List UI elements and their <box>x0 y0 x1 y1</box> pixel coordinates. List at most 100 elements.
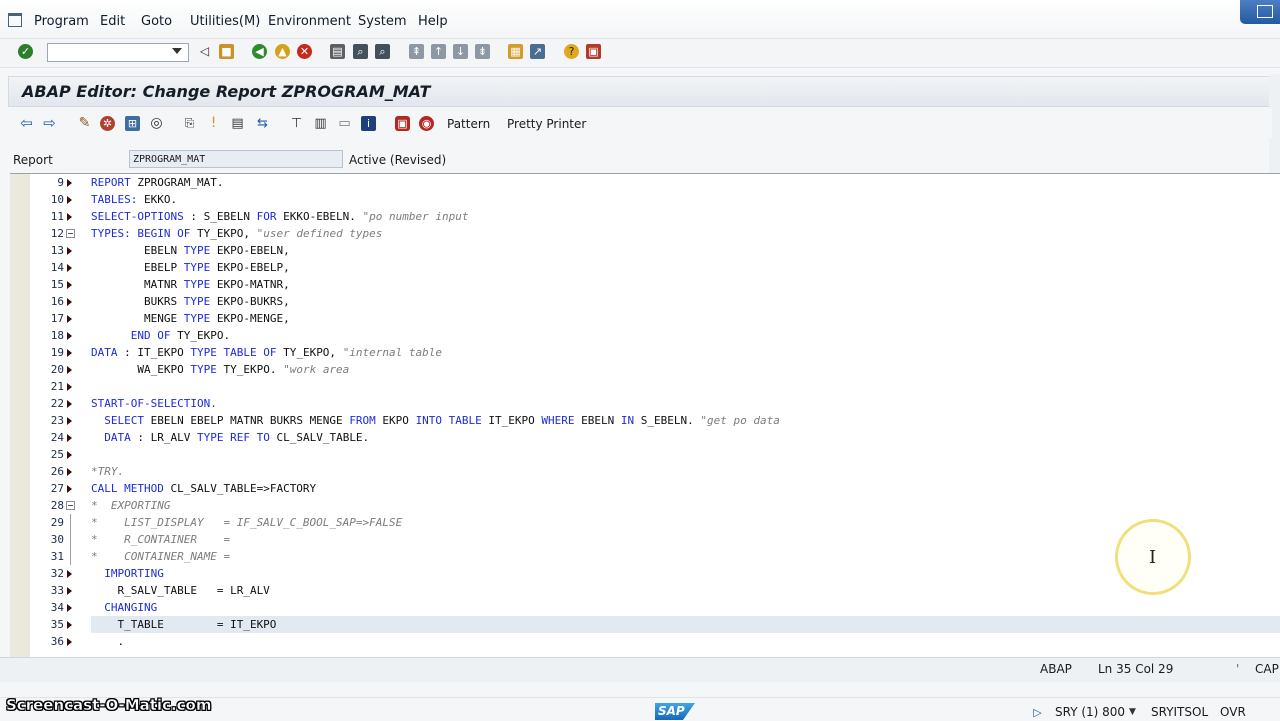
code-line[interactable]: 28 * EXPORTING <box>10 497 1280 514</box>
line-number: 15 <box>50 278 64 291</box>
code-line[interactable]: 31 * CONTAINER_NAME = <box>10 548 1280 565</box>
menu-help[interactable]: Help <box>418 14 448 29</box>
code-line[interactable]: 23 SELECT EBELN EBELP MATNR BUKRS MENGE … <box>10 412 1280 429</box>
code-line[interactable]: 10 TABLES: EKKO. <box>10 191 1280 208</box>
code-line[interactable]: 15 MATNR TYPE EKPO-MATNR, <box>10 276 1280 293</box>
code-line[interactable]: 13 EBELN TYPE EKPO-EBELN, <box>10 242 1280 259</box>
save-icon[interactable]: ■ <box>219 44 234 59</box>
back-green-icon[interactable]: ◀ <box>252 44 267 59</box>
back-icon[interactable]: ◁ <box>197 44 212 59</box>
code-line[interactable]: 32 IMPORTING <box>10 565 1280 582</box>
report-name-field[interactable]: ZPROGRAM_MAT <box>129 150 343 168</box>
code-line[interactable]: 36 . <box>10 633 1280 650</box>
code-line[interactable]: 19 DATA : IT_EKPO TYPE TABLE OF TY_EKPO, … <box>10 344 1280 361</box>
shortcut-icon[interactable]: ↗ <box>530 44 545 59</box>
menu-edit[interactable]: Edit <box>100 14 125 29</box>
code-line[interactable]: 29 * LIST_DISPLAY = IF_SALV_C_BOOL_SAP=>F… <box>10 514 1280 531</box>
keyword: TYPE <box>190 363 217 376</box>
arrow-right-icon[interactable]: ⇨ <box>42 116 57 131</box>
keyword: REPORT <box>91 176 131 189</box>
hierarchy-icon[interactable]: ⊤ <box>289 116 304 131</box>
print-icon[interactable]: ▤ <box>330 44 345 59</box>
fold-toggle-icon[interactable] <box>66 229 75 238</box>
pretty-printer-button[interactable]: Pretty Printer <box>507 117 586 131</box>
chevron-down-icon[interactable]: ▼ <box>1125 705 1140 720</box>
layout-icon[interactable]: ▣ <box>586 44 601 59</box>
command-field[interactable] <box>47 43 189 62</box>
find-icon[interactable]: ⌕ <box>353 44 368 59</box>
line-number: 21 <box>50 380 64 393</box>
play-icon[interactable]: ▷ <box>1030 705 1045 720</box>
menu-goto[interactable]: Goto <box>141 14 172 29</box>
system-info[interactable]: SRY (1) 800 <box>1055 705 1125 719</box>
create-session-icon[interactable]: ▦ <box>508 44 523 59</box>
other-object-icon[interactable]: ✲ <box>100 116 115 131</box>
code-line[interactable]: 11 SELECT-OPTIONS : S_EBELN FOR EKKO-EBEL… <box>10 208 1280 225</box>
breakpoint-icon[interactable]: ▣ <box>395 116 410 131</box>
insert-mode[interactable]: OVR <box>1220 705 1246 719</box>
code-text: IMPORTING <box>91 565 164 582</box>
code-token: IT_EKPO <box>481 414 542 427</box>
chevron-down-icon[interactable] <box>172 48 182 54</box>
exit-icon[interactable]: ▲ <box>275 44 290 59</box>
prev-page-icon[interactable]: ↑ <box>431 44 446 59</box>
last-page-icon[interactable]: ⇟ <box>475 44 490 59</box>
display-change-icon[interactable]: ✎ <box>77 116 92 131</box>
print-preview-icon[interactable]: ▥ <box>313 116 328 131</box>
where-used-icon[interactable]: ! <box>206 116 221 131</box>
next-page-icon[interactable]: ↓ <box>453 44 468 59</box>
enter-icon[interactable]: ✓ <box>18 44 33 59</box>
line-marker-icon <box>70 514 71 531</box>
code-line[interactable]: 21 <box>10 378 1280 395</box>
code-line[interactable]: 9 REPORT ZPROGRAM_MAT. <box>10 174 1280 191</box>
external-breakpoint-icon[interactable]: ◉ <box>419 116 434 131</box>
code-line[interactable]: 26 *TRY. <box>10 463 1280 480</box>
code-line[interactable]: 27 CALL METHOD CL_SALV_TABLE=>FACTORY <box>10 480 1280 497</box>
find-next-icon[interactable]: ⌕ <box>375 44 390 59</box>
activate-icon[interactable]: ◎ <box>149 116 164 131</box>
code-line[interactable]: 16 BUKRS TYPE EKPO-BUKRS, <box>10 293 1280 310</box>
frame-icon[interactable]: ▭ <box>337 116 352 131</box>
code-line[interactable]: 33 R_SALV_TABLE = LR_ALV <box>10 582 1280 599</box>
line-marker-icon <box>67 213 72 221</box>
fold-toggle-icon[interactable] <box>66 501 75 510</box>
code-line[interactable]: 18 END OF TY_EKPO. <box>10 327 1280 344</box>
code-text: . <box>91 633 124 650</box>
menu-program[interactable]: Program <box>34 14 89 29</box>
code-line[interactable]: 20 WA_EKPO TYPE TY_EKPO. "work area <box>10 361 1280 378</box>
system-menu-icon[interactable] <box>8 13 22 27</box>
first-page-icon[interactable]: ⇞ <box>409 44 424 59</box>
code-line[interactable]: 14 EBELP TYPE EKPO-EBELP, <box>10 259 1280 276</box>
line-marker-icon <box>67 638 72 646</box>
check-icon[interactable]: ⊞ <box>125 116 140 131</box>
keyword: TYPES: <box>91 227 131 240</box>
keyword: CALL METHOD <box>91 482 164 495</box>
code-line[interactable]: 35 T_TABLE = IT_EKPO <box>10 616 1280 633</box>
code-line[interactable]: 25 <box>10 446 1280 463</box>
code-line[interactable]: 22 START-OF-SELECTION. <box>10 395 1280 412</box>
code-line[interactable]: 24 DATA : LR_ALV TYPE REF TO CL_SALV_TAB… <box>10 429 1280 446</box>
keyword: FOR <box>256 210 277 223</box>
pattern-button[interactable]: Pattern <box>447 117 490 131</box>
object-list-icon[interactable]: ▤ <box>230 116 245 131</box>
menu-system[interactable]: System <box>358 14 406 29</box>
code-line[interactable]: 34 CHANGING <box>10 599 1280 616</box>
code-line[interactable]: 17 MENGE TYPE EKPO-MENGE, <box>10 310 1280 327</box>
code-text: * EXPORTING <box>91 497 170 514</box>
code-line[interactable]: 12 TYPES: BEGIN OF TY_EKPO, "user defined… <box>10 225 1280 242</box>
menu-utilities[interactable]: Utilities(M) <box>190 14 260 29</box>
code-line[interactable]: 30 * R_CONTAINER = <box>10 531 1280 548</box>
info-icon[interactable]: i <box>361 116 376 131</box>
arrow-left-icon[interactable]: ⇦ <box>19 116 34 131</box>
cancel-icon[interactable]: ✕ <box>297 44 312 59</box>
line-number: 31 <box>50 550 64 563</box>
keyword: START-OF-SELECTION. <box>91 397 217 410</box>
line-number: 25 <box>50 448 64 461</box>
keyword: TYPE REF TO <box>196 431 270 444</box>
menu-environment[interactable]: Environment <box>268 14 351 29</box>
help-icon[interactable]: ? <box>564 44 579 59</box>
line-marker-icon <box>67 196 72 204</box>
navigation-icon[interactable]: ⇆ <box>255 116 270 131</box>
test-icon[interactable]: ⎘ <box>182 116 197 131</box>
